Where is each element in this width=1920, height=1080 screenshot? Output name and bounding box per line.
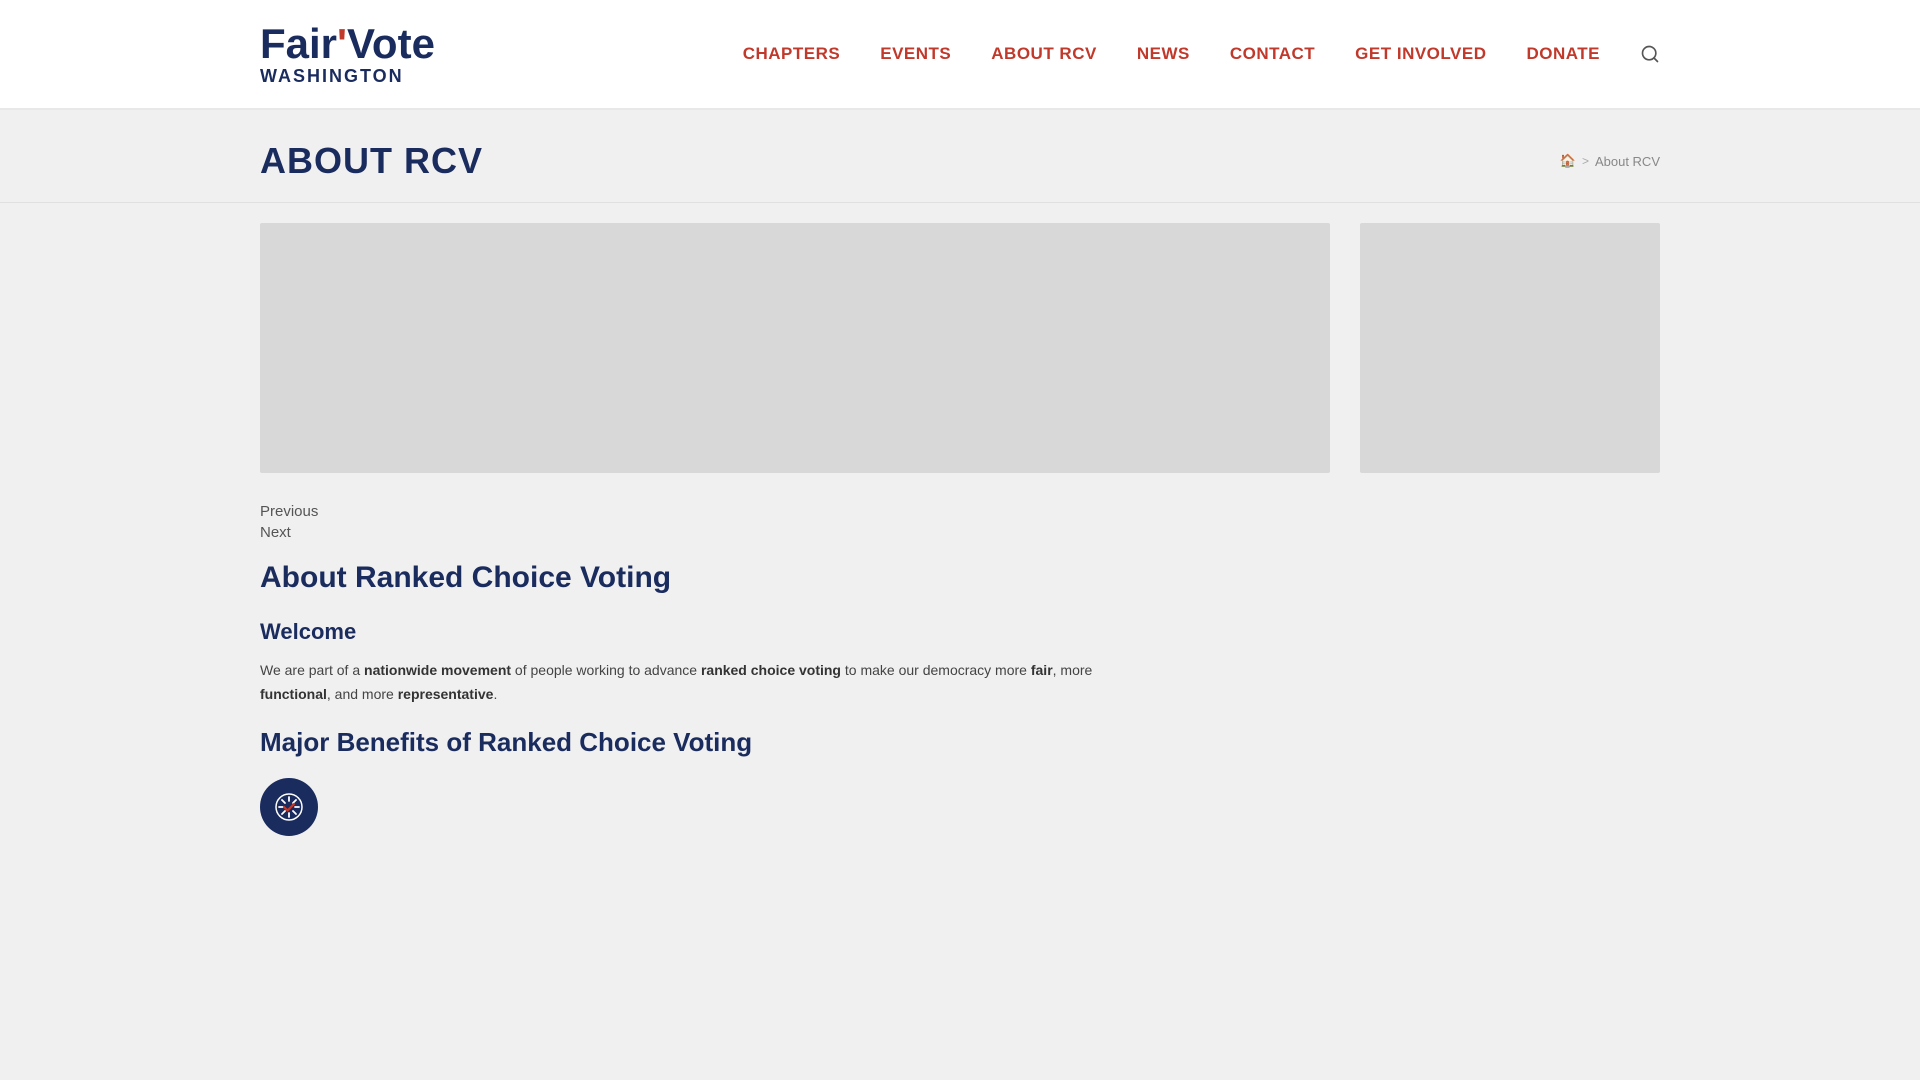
benefits-icon [260, 778, 318, 836]
nav-about-rcv[interactable]: ABOUT RCV [991, 44, 1097, 64]
site-header: Fair'Vote WASHINGTON CHAPTERS EVENTS ABO… [0, 0, 1920, 110]
page-title: ABOUT RCV [260, 140, 483, 182]
article-welcome-title: Welcome [260, 619, 1160, 645]
logo-apostrophe: ' [337, 21, 347, 67]
breadcrumb-separator: > [1582, 154, 1589, 168]
breadcrumb-home[interactable]: 🏠 [1560, 153, 1576, 169]
main-content: Previous Next About Ranked Choice Voting… [0, 203, 1920, 886]
welcome-text-prefix: We are part of a [260, 662, 364, 678]
welcome-bold-functional: functional [260, 686, 327, 702]
search-icon [1640, 44, 1660, 64]
welcome-text-mid4: , and more [327, 686, 398, 702]
nav-events[interactable]: EVENTS [880, 44, 951, 64]
content-area [260, 203, 1660, 473]
nav-get-involved[interactable]: GET INVOLVED [1355, 44, 1486, 64]
welcome-bold-representative: representative [398, 686, 494, 702]
article-content: About Ranked Choice Voting Welcome We ar… [260, 561, 1160, 886]
welcome-bold-nationwide: nationwide movement [364, 662, 511, 678]
article-welcome-body: We are part of a nationwide movement of … [260, 659, 1160, 707]
previous-link[interactable]: Previous [260, 503, 1660, 520]
breadcrumb: 🏠 > About RCV [1560, 153, 1660, 169]
nav-news[interactable]: NEWS [1137, 44, 1190, 64]
breadcrumb-current: About RCV [1595, 154, 1660, 169]
sidebar-area [1360, 223, 1660, 473]
search-button[interactable] [1640, 44, 1660, 64]
benefits-title: Major Benefits of Ranked Choice Voting [260, 727, 1160, 758]
article-main-title: About Ranked Choice Voting [260, 561, 1160, 595]
nav-donate[interactable]: DONATE [1526, 44, 1600, 64]
ranked-choice-icon [273, 791, 305, 823]
page-header: ABOUT RCV 🏠 > About RCV [0, 110, 1920, 203]
welcome-bold-fair: fair [1031, 662, 1053, 678]
logo-fair: Fair [260, 21, 337, 67]
next-link[interactable]: Next [260, 524, 1660, 541]
logo-vote: Vote [347, 21, 435, 67]
main-nav: CHAPTERS EVENTS ABOUT RCV NEWS CONTACT G… [743, 44, 1660, 64]
nav-chapters[interactable]: CHAPTERS [743, 44, 841, 64]
video-area [260, 223, 1330, 473]
welcome-bold-rcv: ranked choice voting [701, 662, 841, 678]
welcome-text-mid2: to make our democracy more [841, 662, 1031, 678]
welcome-text-mid1: of people working to advance [511, 662, 701, 678]
pagination-links: Previous Next [260, 493, 1660, 561]
welcome-text-mid3: , more [1053, 662, 1093, 678]
logo-washington: WASHINGTON [260, 67, 435, 87]
welcome-text-end: . [493, 686, 497, 702]
nav-contact[interactable]: CONTACT [1230, 44, 1315, 64]
site-logo[interactable]: Fair'Vote WASHINGTON [260, 21, 435, 87]
